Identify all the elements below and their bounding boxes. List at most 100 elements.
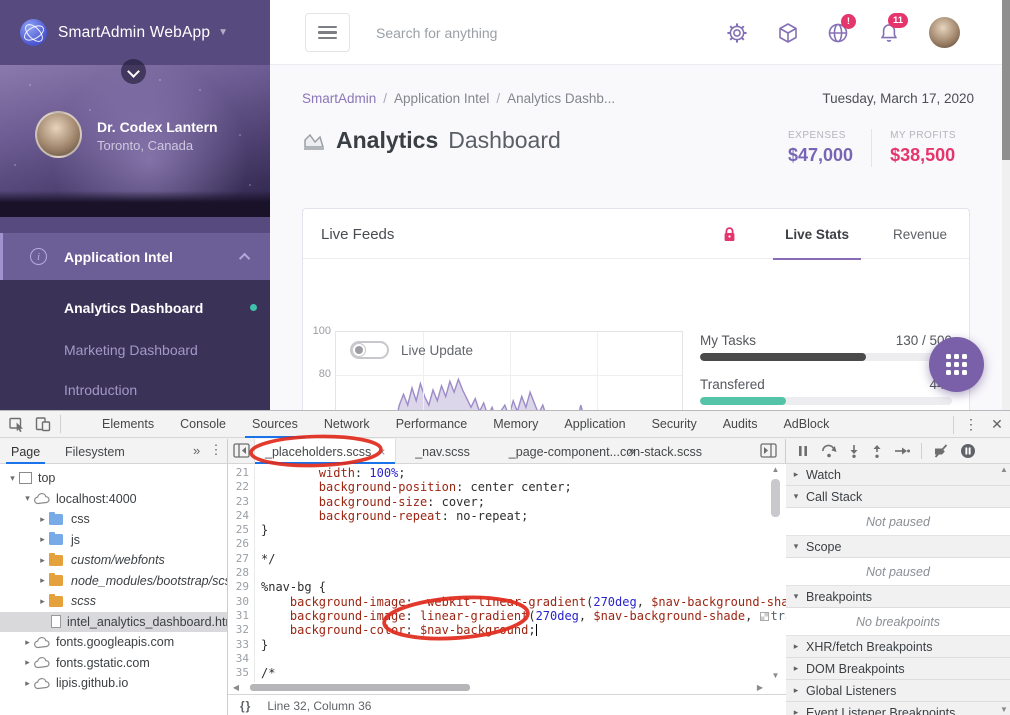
devtools-tab-elements[interactable]: Elements bbox=[89, 411, 167, 438]
step-icon[interactable] bbox=[894, 444, 910, 458]
tab-revenue[interactable]: Revenue bbox=[871, 209, 969, 259]
device-toolbar-icon[interactable] bbox=[30, 411, 56, 437]
tree-item-fonts-gstatic-com[interactable]: ▸fonts.gstatic.com bbox=[0, 653, 227, 674]
debugger-section-call-stack[interactable]: ▾Call Stack bbox=[786, 486, 1010, 508]
editor-vertical-scrollbar[interactable]: ▲ ▼ bbox=[769, 464, 782, 682]
menu-toggle-button[interactable] bbox=[305, 13, 350, 52]
editor-horizontal-scrollbar[interactable]: ◀ ▶ bbox=[230, 682, 766, 693]
debugger-section-global-listeners[interactable]: ▸Global Listeners bbox=[786, 680, 1010, 702]
chevron-collapsed-icon[interactable]: ▸ bbox=[21, 657, 34, 668]
scroll-up-arrow-icon[interactable]: ▲ bbox=[998, 464, 1010, 476]
devtools-tab-network[interactable]: Network bbox=[311, 411, 383, 438]
devtools-tab-memory[interactable]: Memory bbox=[480, 411, 551, 438]
sidebar-subitem-marketing-dashboard[interactable]: Marketing Dashboard bbox=[64, 342, 198, 358]
stat-label: Transfered bbox=[700, 377, 765, 392]
breadcrumb-item[interactable]: SmartAdmin bbox=[302, 91, 376, 106]
breadcrumb-item[interactable]: Application Intel bbox=[394, 91, 489, 106]
sidebar-avatar[interactable] bbox=[35, 111, 82, 158]
breadcrumb-item[interactable]: Analytics Dashb... bbox=[507, 91, 615, 106]
tree-item-js[interactable]: ▸js bbox=[0, 530, 227, 551]
sidebar-subitem-introduction[interactable]: Introduction bbox=[64, 382, 137, 398]
scroll-right-arrow-icon[interactable]: ▶ bbox=[754, 682, 766, 693]
pause-script-icon[interactable] bbox=[796, 444, 810, 458]
code-line-28: 28 bbox=[228, 566, 786, 580]
show-debugger-icon[interactable] bbox=[760, 443, 777, 461]
brand[interactable]: SmartAdmin WebApp ▼ bbox=[0, 0, 270, 65]
devtools-tab-performance[interactable]: Performance bbox=[383, 411, 481, 438]
inspect-element-icon[interactable] bbox=[4, 411, 30, 437]
chevron-collapsed-icon[interactable]: ▸ bbox=[36, 596, 49, 607]
devtools-tab-sources[interactable]: Sources bbox=[239, 411, 311, 438]
tree-item-localhost-4000[interactable]: ▾localhost:4000 bbox=[0, 489, 227, 510]
tree-item-fonts-googleapis-com[interactable]: ▸fonts.googleapis.com bbox=[0, 632, 227, 653]
devtools-tab-application[interactable]: Application bbox=[551, 411, 638, 438]
code-area[interactable]: 21 width: 100%;22 background-position: c… bbox=[228, 466, 786, 682]
sidebar-subitem-analytics-dashboard[interactable]: Analytics Dashboard bbox=[64, 300, 203, 316]
devtools-tab-security[interactable]: Security bbox=[639, 411, 710, 438]
editor-hscroll-thumb[interactable] bbox=[250, 684, 470, 691]
user-avatar[interactable] bbox=[929, 17, 960, 48]
debugger-section-event-listener-breakpoints[interactable]: ▸Event Listener Breakpoints bbox=[786, 702, 1010, 715]
navigator-tab-page[interactable]: Page bbox=[2, 439, 49, 464]
settings-gear-icon[interactable] bbox=[725, 21, 749, 45]
tab-live-stats[interactable]: Live Stats bbox=[763, 209, 871, 259]
quick-settings-button[interactable] bbox=[929, 337, 984, 392]
chevron-expanded-icon[interactable]: ▾ bbox=[21, 493, 34, 504]
chevron-collapsed-icon[interactable]: ▸ bbox=[36, 555, 49, 566]
chevron-collapsed-icon[interactable]: ▸ bbox=[21, 637, 34, 648]
chevron-collapsed-icon[interactable]: ▸ bbox=[21, 678, 34, 689]
debugger-section-watch[interactable]: ▸Watch bbox=[786, 464, 1010, 486]
navigator-tab-filesystem[interactable]: Filesystem bbox=[56, 439, 134, 464]
devtools-tab-audits[interactable]: Audits bbox=[710, 411, 771, 438]
chevron-collapsed-icon[interactable]: ▸ bbox=[36, 514, 49, 525]
lock-icon[interactable] bbox=[722, 226, 737, 243]
tree-item-custom-webfonts[interactable]: ▸custom/webfonts bbox=[0, 550, 227, 571]
file-tab--page-component-con-stack-scss[interactable]: _page-component...con-stack.scss bbox=[499, 439, 712, 464]
scroll-down-arrow-icon[interactable]: ▼ bbox=[769, 670, 782, 682]
debugger-section-scope[interactable]: ▾Scope bbox=[786, 536, 1010, 558]
hide-navigator-icon[interactable] bbox=[233, 443, 250, 461]
tree-item-scss[interactable]: ▸scss bbox=[0, 591, 227, 612]
chevron-collapsed-icon[interactable]: ▸ bbox=[36, 534, 49, 545]
pause-on-exceptions-icon[interactable] bbox=[960, 443, 976, 459]
step-over-icon[interactable] bbox=[821, 444, 837, 458]
apps-cube-icon[interactable] bbox=[776, 21, 800, 45]
editor-vscroll-thumb[interactable] bbox=[771, 479, 780, 517]
code-editor[interactable]: 21 width: 100%;22 background-position: c… bbox=[228, 464, 786, 715]
navigator-more-icon[interactable]: » bbox=[193, 443, 200, 458]
devtools-tab-console[interactable]: Console bbox=[167, 411, 239, 438]
debugger-section-xhr-fetch-breakpoints[interactable]: ▸XHR/fetch Breakpoints bbox=[786, 636, 1010, 658]
tree-item-top[interactable]: ▾top bbox=[0, 468, 227, 489]
sidebar-collapse-button[interactable] bbox=[121, 59, 146, 84]
page-scrollbar-thumb[interactable] bbox=[1002, 0, 1010, 160]
pretty-print-icon[interactable]: {} bbox=[240, 699, 251, 713]
debugger-section-breakpoints[interactable]: ▾Breakpoints bbox=[786, 586, 1010, 608]
devtools-menu-icon[interactable]: ⋮ bbox=[958, 416, 984, 433]
scroll-down-arrow-icon[interactable]: ▼ bbox=[998, 704, 1010, 715]
chevron-collapsed-icon[interactable]: ▸ bbox=[36, 575, 49, 586]
deactivate-breakpoints-icon[interactable] bbox=[933, 444, 949, 458]
close-icon[interactable]: × bbox=[378, 445, 385, 459]
code-text: background-position: center center; bbox=[255, 480, 572, 494]
search-input[interactable] bbox=[376, 19, 676, 47]
tree-item-intel-analytics-dashboard-html[interactable]: intel_analytics_dashboard.html bbox=[0, 612, 227, 633]
tree-item-lipis-github-io[interactable]: ▸lipis.github.io bbox=[0, 673, 227, 694]
scroll-left-arrow-icon[interactable]: ◀ bbox=[230, 682, 242, 693]
file-tab--placeholders-scss[interactable]: _placeholders.scss× bbox=[254, 439, 396, 464]
tree-item-css[interactable]: ▸css bbox=[0, 509, 227, 530]
debugger-scrollbar[interactable]: ▲ ▼ bbox=[998, 464, 1010, 715]
step-out-icon[interactable] bbox=[871, 444, 883, 458]
scroll-up-arrow-icon[interactable]: ▲ bbox=[769, 464, 782, 476]
devtools-tab-adblock[interactable]: AdBlock bbox=[770, 411, 842, 438]
sidebar-item-application-intel[interactable]: i Application Intel bbox=[0, 233, 270, 280]
chevron-expanded-icon[interactable]: ▾ bbox=[6, 473, 19, 484]
navigator-menu-icon[interactable]: ⋮ bbox=[207, 442, 225, 458]
step-into-icon[interactable] bbox=[848, 444, 860, 458]
live-update-toggle[interactable] bbox=[350, 341, 389, 359]
debugger-section-dom-breakpoints[interactable]: ▸DOM Breakpoints bbox=[786, 658, 1010, 680]
tree-item-node-modules-bootstrap-scss[interactable]: ▸node_modules/bootstrap/scss bbox=[0, 571, 227, 592]
code-line-34: 34 bbox=[228, 652, 786, 666]
page-scrollbar[interactable] bbox=[1002, 0, 1010, 410]
file-tab--nav-scss[interactable]: _nav.scss bbox=[405, 439, 480, 464]
devtools-close-icon[interactable]: ✕ bbox=[984, 416, 1010, 433]
